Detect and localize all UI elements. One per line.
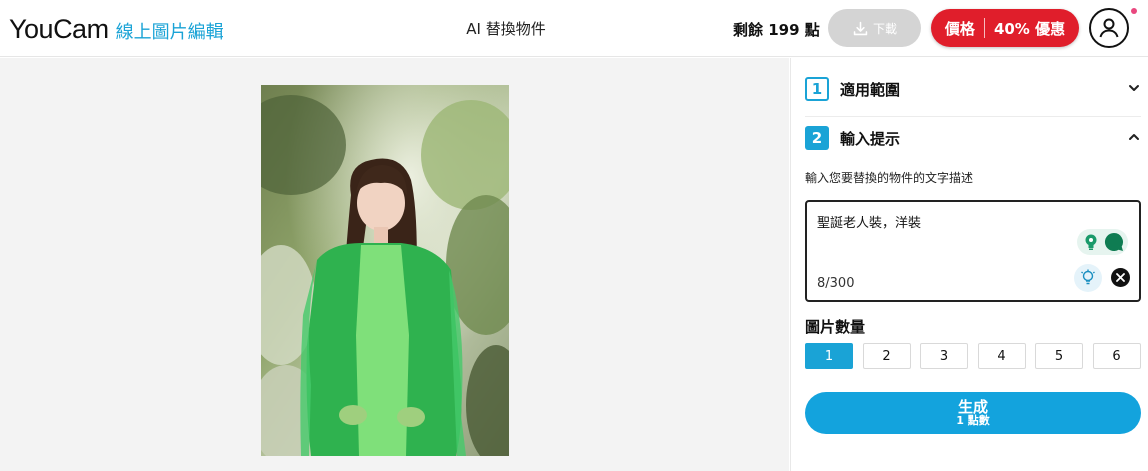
section-divider xyxy=(805,116,1141,117)
generate-label: 生成 xyxy=(957,397,988,416)
pricing-promo-button[interactable]: 價格 40% 優惠 xyxy=(931,9,1079,47)
top-header: YouCam 線上圖片編輯 AI 替換物件 剩餘 199 點 下載 價格 40%… xyxy=(0,0,1148,57)
user-icon xyxy=(1099,18,1119,38)
image-count-selector: 1 2 3 4 5 6 xyxy=(805,343,1141,369)
image-count-option-1[interactable]: 1 xyxy=(805,343,853,369)
image-count-option-3[interactable]: 3 xyxy=(920,343,968,369)
section-prompt-header[interactable]: 2 輸入提示 xyxy=(805,125,1141,151)
section-prompt-label: 輸入提示 xyxy=(840,129,901,148)
notification-dot xyxy=(1131,8,1137,14)
user-avatar-button[interactable] xyxy=(1089,8,1129,48)
prompt-value[interactable]: 聖誕老人裝，洋裝 xyxy=(817,212,921,231)
step-2-badge: 2 xyxy=(805,126,829,150)
price-divider xyxy=(983,18,985,38)
generate-cost: 1 點數 xyxy=(956,414,990,428)
promo-label: 40% 優惠 xyxy=(993,19,1066,38)
image-count-option-5[interactable]: 5 xyxy=(1035,343,1083,369)
credits-remaining: 剩餘 199 點 xyxy=(733,21,820,39)
close-icon xyxy=(1116,273,1125,282)
download-icon xyxy=(853,21,868,35)
photo-illustration xyxy=(261,85,509,456)
download-label: 下載 xyxy=(872,21,897,36)
download-button[interactable]: 下載 xyxy=(828,9,921,47)
edited-photo[interactable] xyxy=(261,85,509,456)
image-count-option-6[interactable]: 6 xyxy=(1092,343,1141,369)
step-1-badge: 1 xyxy=(805,77,829,101)
section-scope-label: 適用範圍 xyxy=(840,80,901,99)
char-counter: 8/300 xyxy=(817,276,855,291)
chat-bubble-icon xyxy=(1104,232,1123,251)
image-canvas xyxy=(0,58,789,471)
clear-text-button[interactable] xyxy=(1111,268,1130,287)
settings-panel: 1 適用範圍 2 輸入提示 輸入您要替換的物件的文字描述 聖誕老人裝，洋裝 8/… xyxy=(790,58,1148,471)
prompt-instruction: 輸入您要替換的物件的文字描述 xyxy=(805,171,974,185)
inspiration-button[interactable] xyxy=(1074,264,1102,292)
chevron-down-icon[interactable] xyxy=(1127,81,1141,95)
image-count-option-4[interactable]: 4 xyxy=(977,343,1026,369)
generate-button[interactable]: 生成 1 點數 xyxy=(805,392,1141,434)
ai-suggest-pill[interactable] xyxy=(1077,229,1128,255)
image-count-option-2[interactable]: 2 xyxy=(862,343,911,369)
idea-bulb-icon xyxy=(1081,269,1095,285)
price-label: 價格 xyxy=(944,19,975,38)
lightbulb-icon xyxy=(1085,234,1097,250)
image-count-label: 圖片數量 xyxy=(805,318,866,336)
chevron-up-icon[interactable] xyxy=(1127,130,1141,144)
prompt-textarea[interactable]: 聖誕老人裝，洋裝 8/300 xyxy=(805,200,1141,302)
section-scope-header[interactable]: 1 適用範圍 xyxy=(805,76,1141,102)
